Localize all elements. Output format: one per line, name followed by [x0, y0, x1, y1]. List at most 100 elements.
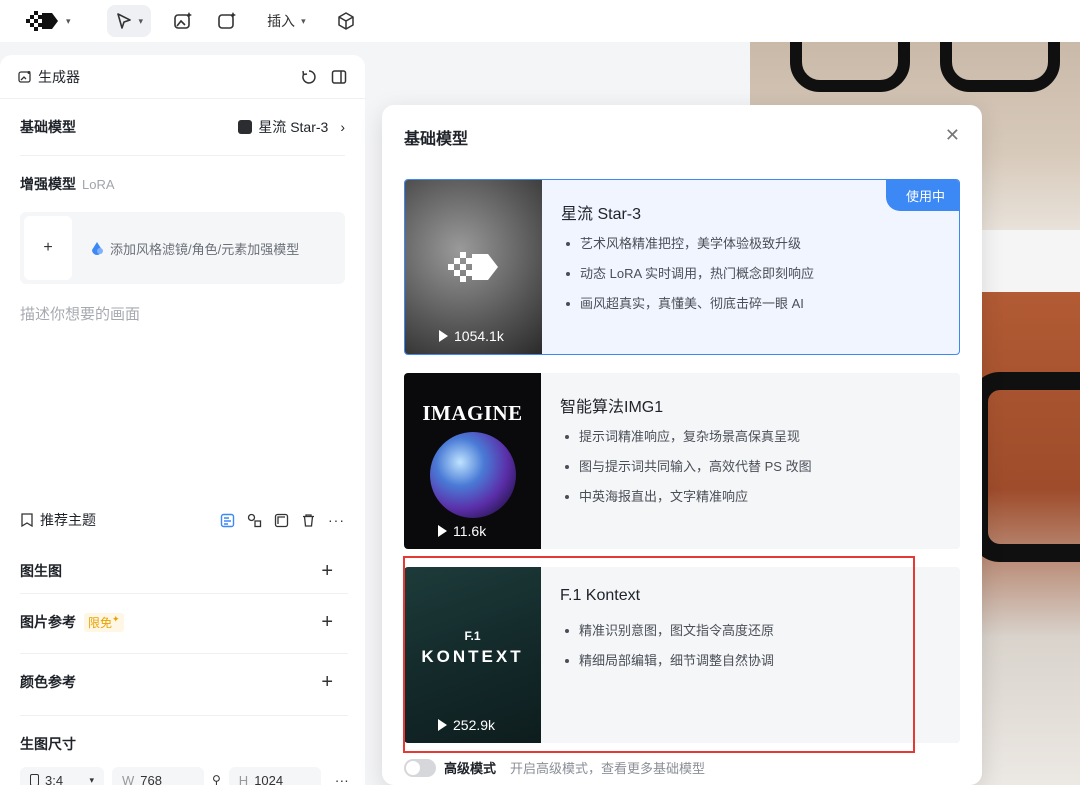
- model-features: 艺术风格精准把控，美学体验极致升级 动态 LoRA 实时调用，热门概念即刻响应 …: [561, 236, 814, 326]
- sphere-art: [429, 432, 516, 518]
- advanced-mode-desc: 开启高级模式，查看更多基础模型: [510, 761, 706, 776]
- advanced-mode-label: 高级模式: [444, 761, 497, 776]
- generator-icon: [18, 70, 31, 83]
- lora-sublabel: LoRA: [82, 176, 115, 192]
- color-ref-row[interactable]: 颜色参考 +: [0, 653, 365, 711]
- height-prefix: H: [238, 772, 249, 785]
- logo-menu[interactable]: ▾: [16, 5, 79, 37]
- img-ref-label: 图片参考: [20, 614, 76, 630]
- select-tool-button[interactable]: ▾: [106, 5, 152, 37]
- chevron-down-icon: ▾: [66, 15, 71, 26]
- generator-panel: 生成器 基础模型 星流 Star-3 › 增强模型 LoRA + 添加风格滤镜/…: [0, 55, 365, 785]
- model-name: 星流 Star-3: [561, 206, 642, 223]
- height-input[interactable]: H 1024: [228, 767, 321, 785]
- insert-menu[interactable]: 插入 ▾: [259, 5, 314, 37]
- color-ref-label: 颜色参考: [20, 674, 76, 690]
- plus-icon[interactable]: +: [321, 611, 333, 634]
- glasses-lens: [790, 42, 910, 92]
- lora-add-hint[interactable]: 添加风格滤镜/角色/元素加强模型: [90, 239, 299, 258]
- width-value: 768: [140, 772, 162, 785]
- chevron-down-icon: ▾: [89, 774, 94, 785]
- model-features: 提示词精准响应，复杂场景高保真呈现 图与提示词共同输入，高效代替 PS 改图 中…: [560, 429, 812, 519]
- lora-add-button[interactable]: +: [24, 216, 72, 280]
- in-use-badge: 使用中: [885, 180, 959, 211]
- feature-item: 图与提示词共同输入，高效代替 PS 改图: [560, 459, 812, 474]
- size-label: 生图尺寸: [20, 736, 76, 752]
- ratio-select[interactable]: 3:4 ▾: [20, 767, 104, 785]
- model-thumbnail: 1054.1k: [405, 180, 542, 354]
- edit-doc-icon[interactable]: [220, 513, 235, 528]
- insert-label: 插入: [267, 13, 296, 29]
- prompt-input[interactable]: 描述你想要的画面: [20, 303, 140, 324]
- imagine-title: IMAGINE: [422, 401, 523, 425]
- cursor-icon: [116, 13, 131, 29]
- play-count: 11.6k: [438, 523, 486, 539]
- lora-add-box[interactable]: + 添加风格滤镜/角色/元素加强模型: [20, 212, 345, 284]
- panel-header: 生成器: [0, 55, 365, 99]
- model-card-star3[interactable]: 1054.1k 使用中 星流 Star-3 艺术风格精准把控，美学体验极致升级 …: [404, 179, 960, 355]
- advanced-mode-toggle[interactable]: [404, 758, 436, 777]
- glasses-lens: [940, 42, 1060, 92]
- top-toolbar: ▾ ▾ 插入 ▾: [0, 0, 1080, 42]
- panel-title: 生成器: [38, 68, 80, 85]
- star3-logo-icon: [447, 252, 498, 282]
- model-name: 智能算法IMG1: [560, 399, 664, 416]
- base-model-value: 星流 Star-3: [258, 119, 329, 135]
- base-model-selector[interactable]: 星流 Star-3 ›: [238, 117, 345, 137]
- feature-item: 提示词精准响应，复杂场景高保真呈现: [560, 429, 812, 444]
- modal-title: 基础模型: [404, 131, 469, 148]
- more-icon[interactable]: ···: [328, 512, 345, 528]
- feature-item: 动态 LoRA 实时调用，热门概念即刻响应: [561, 266, 814, 281]
- height-value: 1024: [254, 772, 284, 785]
- model-card-img1[interactable]: IMAGINE 11.6k 智能算法IMG1 提示词精准响应，复杂场景高保真呈现…: [404, 373, 960, 549]
- image-sparkle-icon: [174, 12, 193, 29]
- size-row-header: 生图尺寸: [0, 715, 365, 773]
- model-logo-icon: [238, 120, 253, 134]
- history-icon[interactable]: [301, 69, 317, 85]
- img-ref-row[interactable]: 图片参考 限免✦ +: [0, 593, 365, 651]
- ratio-icon: [30, 774, 39, 785]
- base-model-label: 基础模型: [20, 119, 76, 135]
- logo-icon: [26, 11, 58, 31]
- sidebar-toggle-icon[interactable]: [331, 69, 347, 85]
- more-icon[interactable]: ···: [335, 772, 349, 785]
- sparkle-icon: ✦: [112, 613, 120, 624]
- free-badge: 限免✦: [84, 612, 124, 632]
- bookmark-icon: [21, 513, 33, 527]
- play-icon: [439, 330, 448, 342]
- ai-image-button[interactable]: [165, 5, 201, 37]
- plus-icon: +: [43, 239, 53, 256]
- glasses-lens: [970, 372, 1080, 562]
- model-thumbnail: IMAGINE 11.6k: [404, 373, 541, 549]
- link-icon[interactable]: ⚲: [212, 773, 221, 785]
- cube-icon: [337, 12, 354, 30]
- lora-add-text: 添加风格滤镜/角色/元素加强模型: [110, 241, 300, 257]
- chevron-down-icon: ▾: [301, 15, 306, 26]
- ai-frame-button[interactable]: [209, 5, 245, 37]
- play-icon: [438, 525, 447, 537]
- 3d-button[interactable]: [328, 5, 364, 37]
- theme-bar: 推荐主题 ···: [0, 505, 365, 535]
- feature-item: 画风超真实，真懂美、彻底击碎一眼 AI: [561, 296, 814, 311]
- img2img-row[interactable]: 图生图 +: [0, 542, 365, 600]
- plus-icon[interactable]: +: [321, 671, 333, 694]
- lora-drop-icon: [92, 242, 103, 255]
- plus-icon[interactable]: +: [321, 560, 333, 583]
- close-icon[interactable]: ✕: [945, 125, 960, 146]
- size-controls: 3:4 ▾ W 768 ⚲ H 1024 ···: [20, 767, 349, 785]
- trash-icon[interactable]: [301, 513, 316, 528]
- feature-item: 艺术风格精准把控，美学体验极致升级: [561, 236, 814, 251]
- highlight-box: [403, 556, 915, 753]
- chevron-right-icon: ›: [340, 119, 345, 135]
- play-count: 1054.1k: [439, 328, 504, 344]
- width-input[interactable]: W 768: [112, 767, 204, 785]
- width-prefix: W: [122, 772, 135, 785]
- enhance-model-row: 增强模型 LoRA: [0, 156, 365, 212]
- style-swap-icon[interactable]: [247, 513, 262, 528]
- enhance-model-label: 增强模型: [20, 176, 76, 192]
- advanced-mode-row: 高级模式 开启高级模式，查看更多基础模型: [404, 758, 705, 777]
- img2img-label: 图生图: [20, 563, 62, 579]
- crop-icon[interactable]: [274, 513, 289, 528]
- base-model-row[interactable]: 基础模型 星流 Star-3 ›: [0, 99, 365, 155]
- ratio-value: 3:4: [45, 772, 64, 785]
